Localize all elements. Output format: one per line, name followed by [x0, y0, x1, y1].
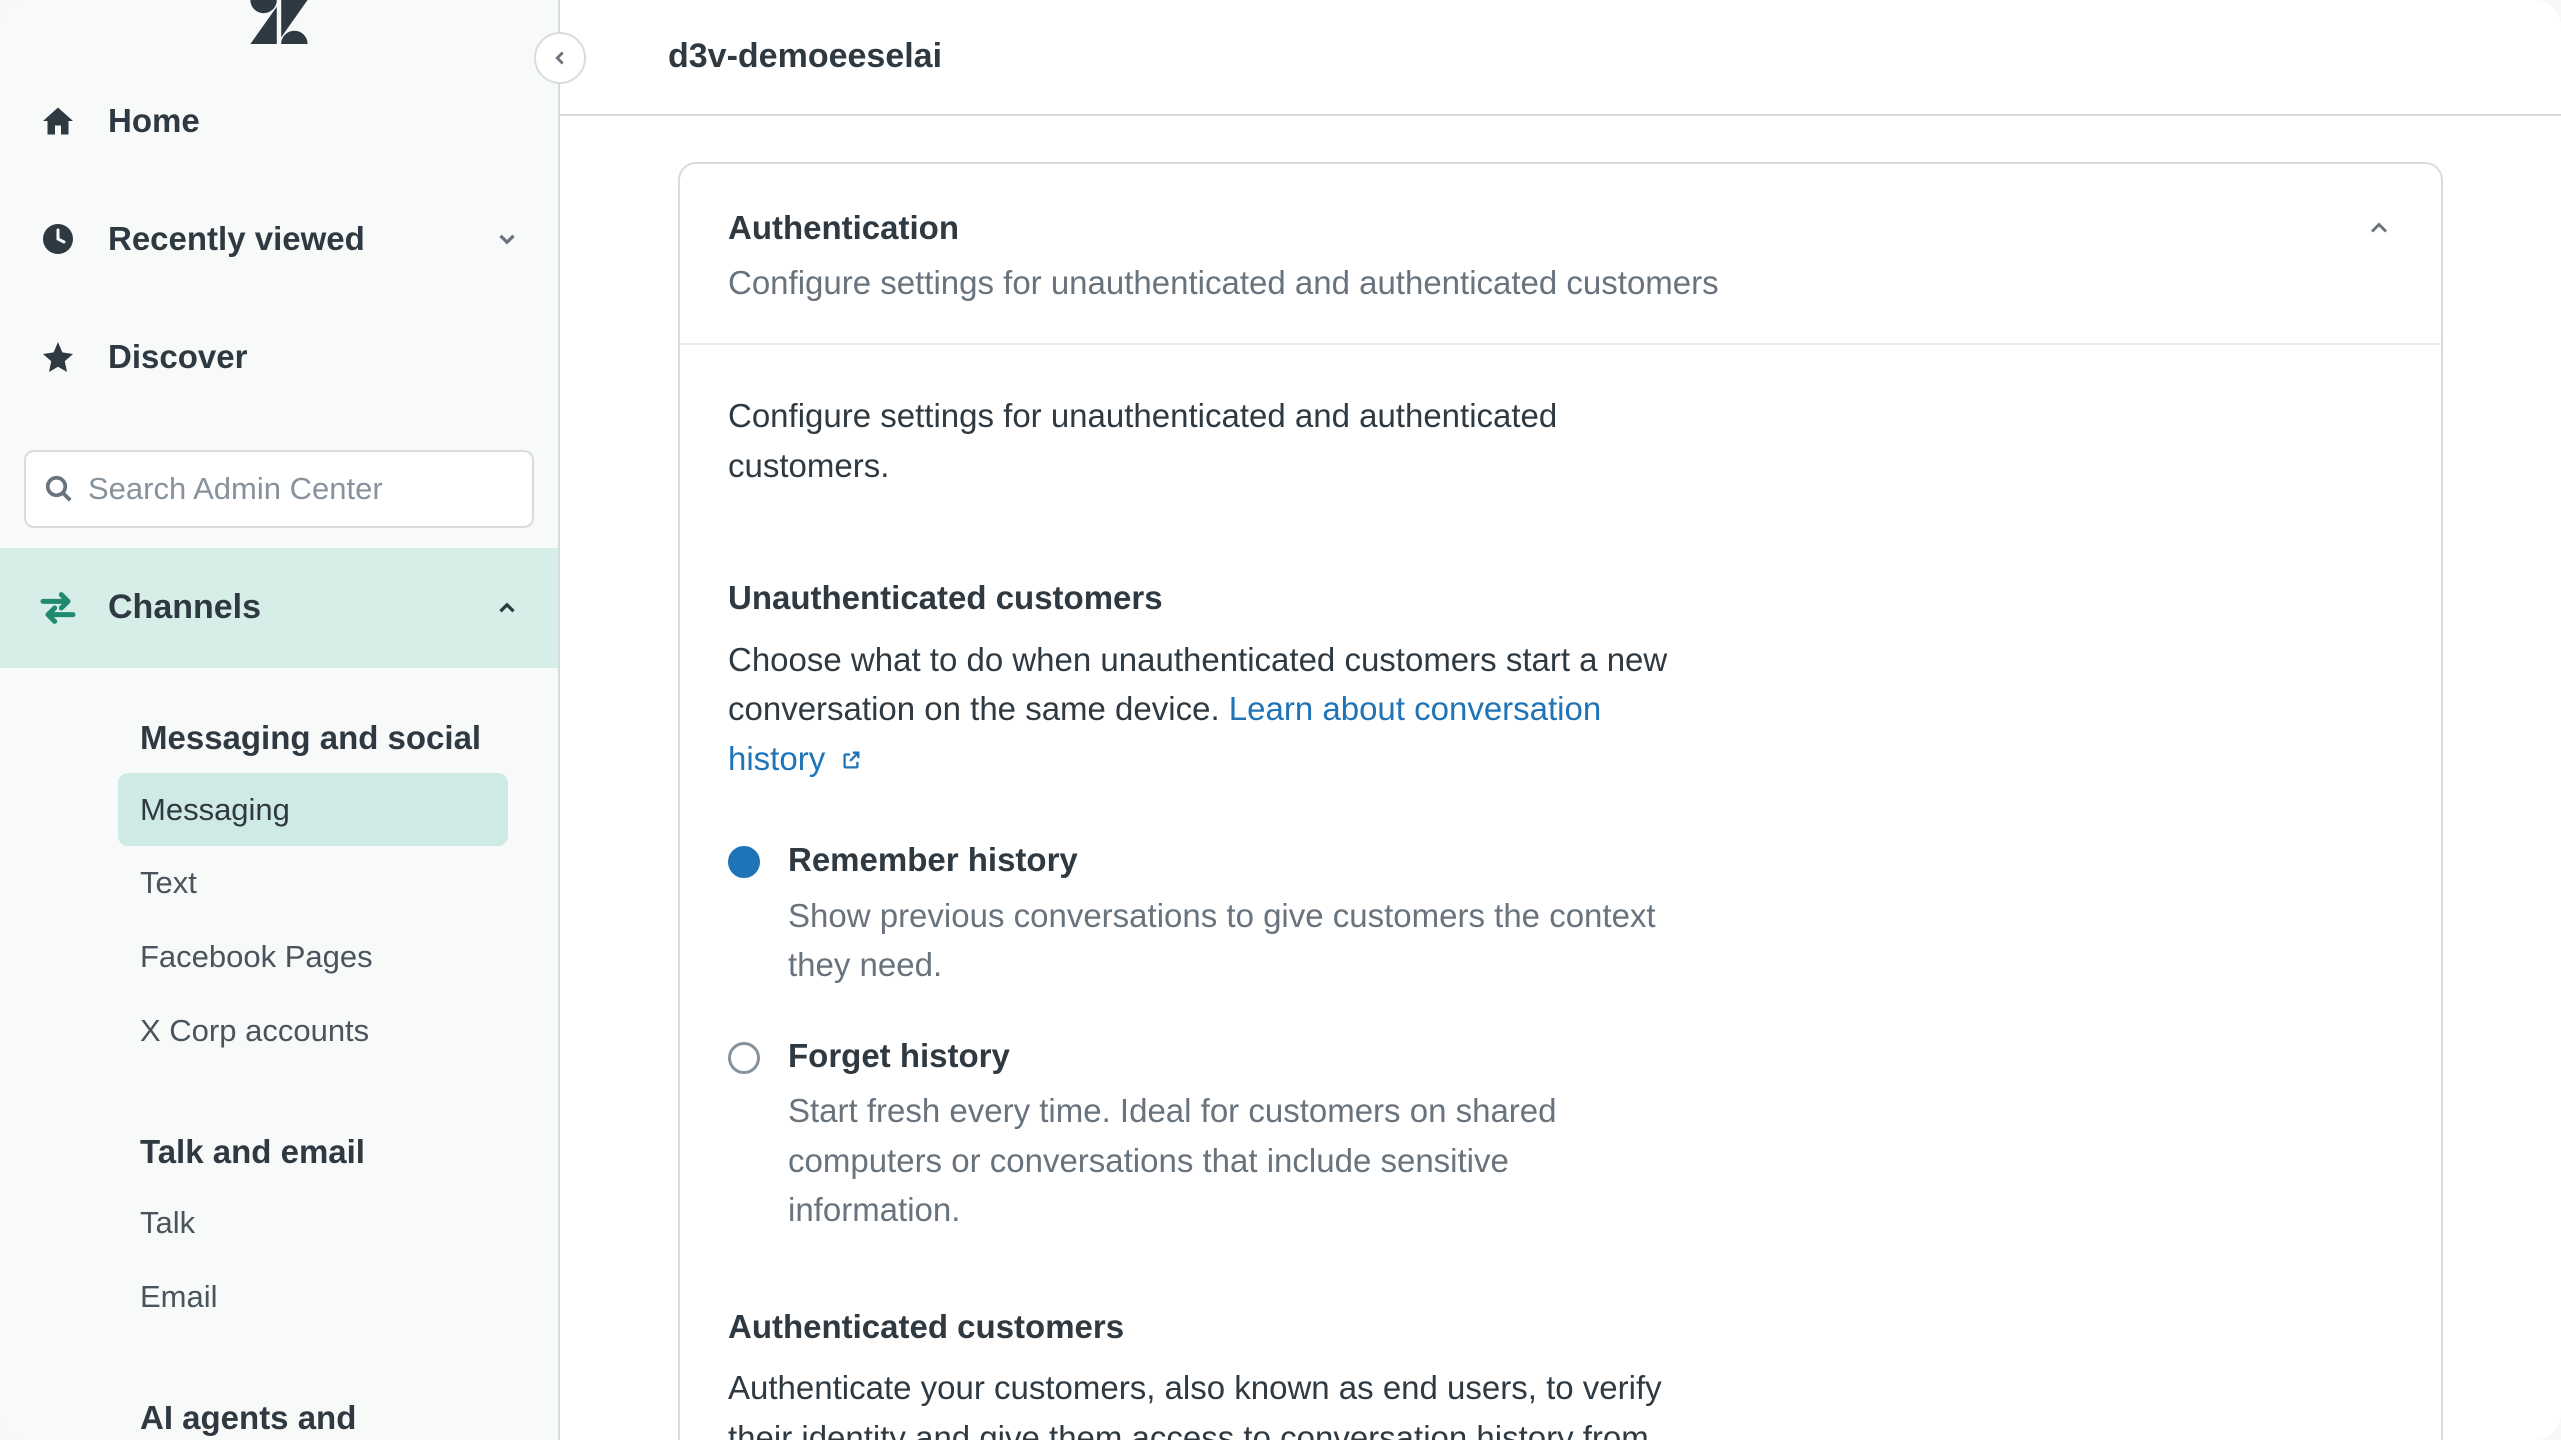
logo[interactable]: [0, 0, 558, 44]
section-auth-desc: Authenticate your customers, also known …: [728, 1363, 1672, 1440]
nav-recently-viewed-label: Recently viewed: [108, 217, 365, 262]
subnav-item-x-corp[interactable]: X Corp accounts: [118, 994, 508, 1068]
nav-discover-label: Discover: [108, 335, 247, 380]
nav-section-channels: Channels Messaging and social Messaging …: [0, 548, 558, 1440]
search-input[interactable]: [88, 471, 514, 507]
card-header[interactable]: Authentication Configure settings for un…: [680, 164, 2441, 345]
content: Authentication Configure settings for un…: [560, 116, 2561, 1440]
section-unauth-desc: Choose what to do when unauthenticated c…: [728, 635, 1672, 785]
section-unauth-heading: Unauthenticated customers: [728, 576, 1672, 621]
nav-section-channels-label: Channels: [108, 585, 261, 631]
subnav: Messaging and social Messaging Text Face…: [0, 668, 558, 1440]
main: d3v-demoeeselai Authentication Configure…: [560, 0, 2561, 1440]
search-icon: [44, 474, 74, 504]
subnav-group-ai-agents: AI agents and: [140, 1384, 558, 1440]
radio-remember-history[interactable]: Remember history Show previous conversat…: [728, 838, 1672, 990]
topbar: d3v-demoeeselai: [560, 0, 2561, 116]
collapse-sidebar-button[interactable]: [534, 32, 586, 84]
radio-group-unauth: Remember history Show previous conversat…: [728, 838, 1672, 1235]
subnav-item-messaging[interactable]: Messaging: [118, 773, 508, 847]
primary-nav: Home Recently viewed Discover: [0, 44, 558, 416]
radio-remember-texts: Remember history Show previous conversat…: [788, 838, 1672, 990]
radio-forget-label: Forget history: [788, 1034, 1672, 1079]
radio-remember-label: Remember history: [788, 838, 1672, 883]
subnav-heading-ai-agents: AI agents and: [140, 1384, 558, 1440]
card-subtitle: Configure settings for unauthenticated a…: [728, 261, 2333, 306]
clock-icon: [38, 219, 78, 259]
radio-forget-texts: Forget history Start fresh every time. I…: [788, 1034, 1672, 1235]
nav-section-channels-header[interactable]: Channels: [0, 548, 558, 668]
radio-forget-history[interactable]: Forget history Start fresh every time. I…: [728, 1034, 1672, 1235]
chevron-up-icon: [494, 595, 520, 621]
search-box[interactable]: [24, 450, 534, 528]
subnav-item-talk[interactable]: Talk: [118, 1186, 508, 1260]
chevron-down-icon: [494, 226, 520, 252]
star-icon: [38, 337, 78, 377]
card-titles: Authentication Configure settings for un…: [728, 206, 2333, 305]
card-title: Authentication: [728, 206, 2333, 251]
nav-discover[interactable]: Discover: [0, 298, 558, 416]
subnav-item-email[interactable]: Email: [118, 1260, 508, 1334]
subnav-heading-messaging-social: Messaging and social: [140, 704, 558, 773]
radio-forget-desc: Start fresh every time. Ideal for custom…: [788, 1086, 1672, 1235]
sidebar: Home Recently viewed Discover: [0, 0, 560, 1440]
card-body: Configure settings for unauthenticated a…: [680, 345, 1720, 1440]
subnav-group-messaging-social: Messaging and social Messaging Text Face…: [140, 704, 558, 1068]
subnav-item-facebook-pages[interactable]: Facebook Pages: [118, 920, 508, 994]
radio-input-remember[interactable]: [728, 846, 760, 878]
chevron-left-icon: [549, 47, 571, 69]
radio-remember-desc: Show previous conversations to give cust…: [788, 891, 1672, 990]
subnav-item-text[interactable]: Text: [118, 846, 508, 920]
home-icon: [38, 101, 78, 141]
search-wrap: [0, 450, 558, 528]
channels-arrows-icon: [38, 588, 78, 628]
nav-recently-viewed[interactable]: Recently viewed: [0, 180, 558, 298]
workspace-name: d3v-demoeeselai: [668, 34, 942, 80]
nav-home-label: Home: [108, 99, 200, 144]
chevron-up-icon: [2365, 214, 2393, 242]
radio-input-forget[interactable]: [728, 1042, 760, 1074]
section-auth-desc-text: Authenticate your customers, also known …: [728, 1369, 1662, 1440]
subnav-heading-talk-email: Talk and email: [140, 1118, 558, 1187]
app-root: Home Recently viewed Discover: [0, 0, 2561, 1440]
card-authentication: Authentication Configure settings for un…: [678, 162, 2443, 1440]
nav-home[interactable]: Home: [0, 62, 558, 180]
zendesk-logo-icon: [250, 0, 308, 44]
subnav-group-talk-email: Talk and email Talk Email: [140, 1118, 558, 1334]
card-intro: Configure settings for unauthenticated a…: [728, 391, 1672, 490]
external-link-icon: [840, 741, 862, 778]
section-auth-heading: Authenticated customers: [728, 1305, 1672, 1350]
